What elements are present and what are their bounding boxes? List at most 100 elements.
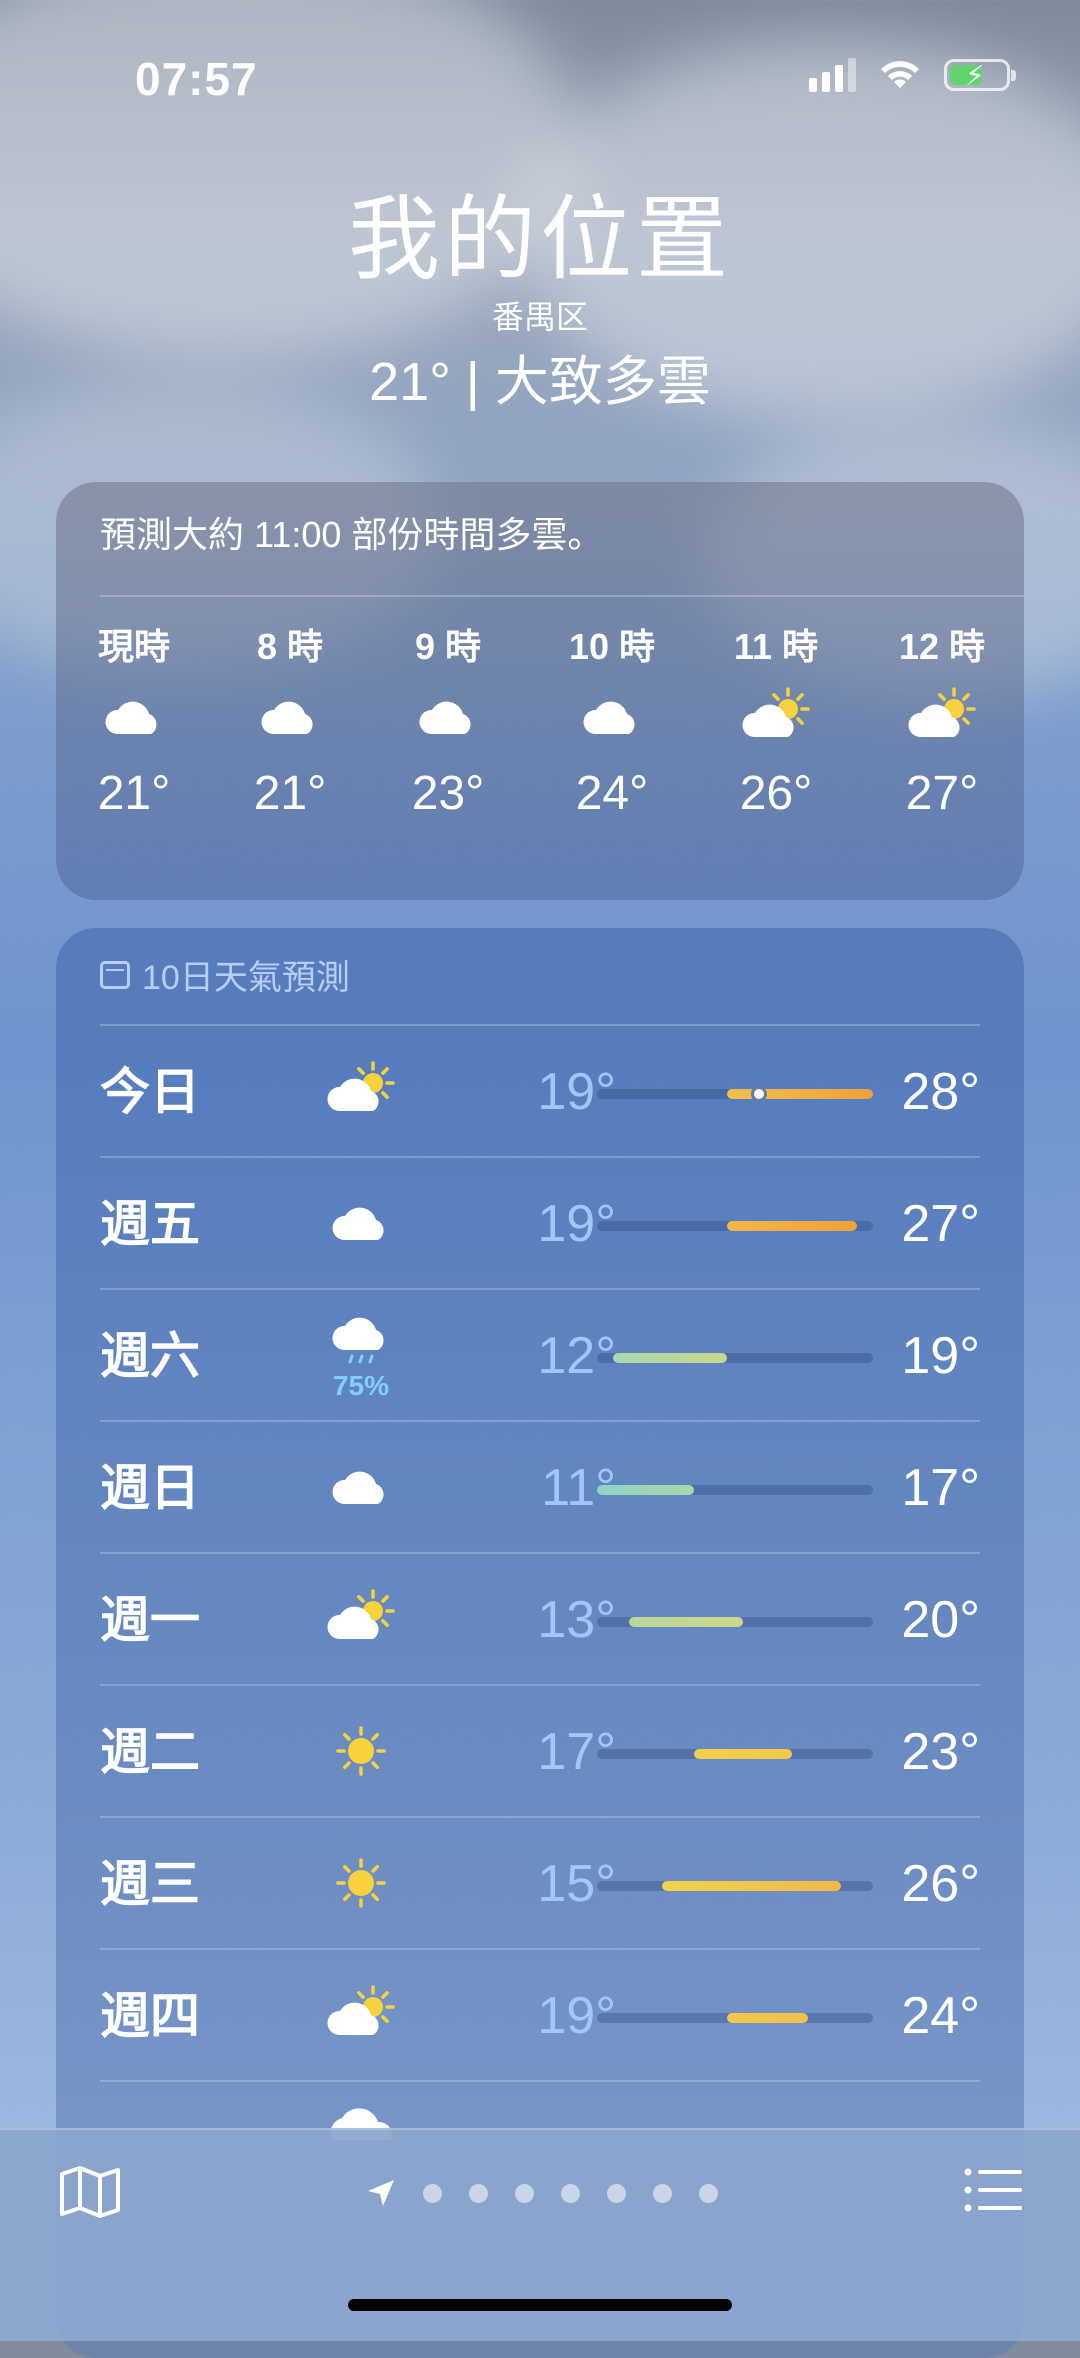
divider <box>100 2080 980 2082</box>
hour-temp: 21° <box>253 767 327 820</box>
list-icon <box>964 2168 1022 2212</box>
precip-chance: 75% <box>332 1369 390 1401</box>
day-row[interactable]: 週日 11° 17° <box>56 1422 1024 1554</box>
page-dot[interactable] <box>607 2183 626 2203</box>
day-label: 今日 <box>100 1064 200 1120</box>
temp-range-track <box>597 1749 873 1759</box>
hour-label: 10 時 <box>568 626 656 667</box>
battery-charging-icon: ⚡ <box>944 59 1016 91</box>
temp-range-track <box>597 2013 873 2023</box>
temp-range-track <box>597 1086 873 1102</box>
day-label: 週二 <box>100 1724 200 1780</box>
temp-range-bar <box>597 1485 695 1495</box>
temp-range-bar <box>629 1617 744 1627</box>
high-temp: 23° <box>901 1723 980 1781</box>
map-button[interactable] <box>58 2164 122 2225</box>
day-row[interactable]: 週二 17° 23° <box>56 1686 1024 1818</box>
high-temp: 17° <box>901 1459 980 1517</box>
partly-sunny-icon <box>716 672 836 762</box>
page-dot[interactable] <box>561 2183 580 2203</box>
high-temp: 24° <box>901 1987 980 2045</box>
location-district: 番禺区 <box>491 299 588 335</box>
daily-forecast-title: 10日天氣預測 <box>142 959 350 997</box>
status-icons: ⚡ <box>809 58 1016 92</box>
day-label: 週一 <box>100 1592 200 1648</box>
high-temp: 20° <box>901 1591 980 1649</box>
hour-temp: 21° <box>97 767 171 820</box>
hour-temp: 24° <box>575 767 649 820</box>
cloud-icon <box>552 672 672 762</box>
hour-temp: 23° <box>411 767 485 820</box>
day-label: 週五 <box>100 1196 200 1252</box>
high-temp: 19° <box>901 1327 980 1385</box>
day-row[interactable]: 今日 19° 28° <box>56 1026 1024 1158</box>
hour-label: 9 時 <box>414 626 482 667</box>
temp-range-bar <box>726 1089 873 1099</box>
daily-forecast-header: 10日天氣預測 <box>100 950 350 999</box>
status-time: 07:57 <box>135 53 258 105</box>
cloud-icon <box>230 672 350 762</box>
temp-range-track <box>597 1221 873 1231</box>
high-temp: 27° <box>901 1195 980 1253</box>
temp-range-bar <box>726 1221 857 1231</box>
page-indicator[interactable] <box>366 2178 718 2208</box>
temp-range-bar <box>726 2013 809 2023</box>
hour-item: 12 時 27° <box>882 622 1002 826</box>
hourly-list[interactable]: 現時 21° 8 時 21° 9 時 23° 10 時 24° 11 時 26° 12 時… <box>56 622 1024 882</box>
hour-label: 11 時 <box>733 626 819 667</box>
partly-sunny-icon <box>321 1060 401 1126</box>
cloud-icon <box>326 1198 396 1253</box>
day-row[interactable]: 週四 19° 24° <box>56 1950 1024 2082</box>
temp-range-bar <box>613 1353 727 1363</box>
calendar-icon <box>100 960 130 989</box>
hour-label: 現時 <box>97 626 170 667</box>
cloud-icon <box>326 1462 396 1517</box>
hour-item: 11 時 26° <box>716 622 836 826</box>
temp-range-track <box>597 1353 873 1363</box>
cloud-icon <box>74 672 194 762</box>
location-header: 我的位置 番禺区 21° | 大致多雲 <box>0 185 1080 415</box>
status-bar: 07:57 ⚡ <box>0 0 1080 150</box>
hour-label: 8 時 <box>256 626 324 667</box>
page-dot[interactable] <box>423 2183 442 2203</box>
page-dot[interactable] <box>699 2183 718 2203</box>
temp-range-track <box>597 1617 873 1627</box>
hour-item: 10 時 24° <box>552 622 672 826</box>
day-label: 週日 <box>100 1460 200 1516</box>
partly-sunny-icon <box>882 672 1002 762</box>
hourly-forecast-card[interactable]: 預測大約 11:00 部份時間多雲。 現時 21° 8 時 21° 9 時 23° 1… <box>56 482 1024 900</box>
page-dot[interactable] <box>469 2183 488 2203</box>
sun-icon <box>326 1853 396 1918</box>
hour-item: 9 時 23° <box>388 622 508 826</box>
location-title: 我的位置 <box>347 189 732 291</box>
page-dot[interactable] <box>653 2183 672 2203</box>
hour-temp: 27° <box>905 767 979 820</box>
forecast-summary: 預測大約 11:00 部份時間多雲。 <box>100 514 604 555</box>
location-arrow-icon <box>368 2180 394 2206</box>
hour-label: 12 時 <box>898 626 986 667</box>
cellular-signal-icon <box>809 58 856 92</box>
hour-temp: 26° <box>739 767 813 820</box>
day-row[interactable]: 週五 19° 27° <box>56 1158 1024 1290</box>
day-row[interactable]: 週六 75% 12° 19° <box>56 1290 1024 1422</box>
cloud-icon <box>388 672 508 762</box>
temp-range-bar <box>661 1881 841 1891</box>
divider <box>100 595 1024 597</box>
hour-item: 現時 21° <box>74 622 194 826</box>
day-row[interactable]: 週一 13° 20° <box>56 1554 1024 1686</box>
cloud-rain-icon <box>326 1314 396 1371</box>
page-dot[interactable] <box>515 2183 534 2203</box>
day-label: 週三 <box>100 1856 200 1912</box>
sun-icon <box>326 1721 396 1786</box>
partly-sunny-icon <box>321 1588 401 1654</box>
wifi-icon <box>881 61 919 88</box>
current-temp-dot <box>751 1086 768 1102</box>
temp-range-track <box>597 1881 873 1891</box>
temp-range-track <box>597 1485 873 1495</box>
locations-list-button[interactable] <box>964 2168 1022 2217</box>
temp-range-bar <box>694 1749 792 1759</box>
day-row[interactable]: 週三 15° 26° <box>56 1818 1024 1950</box>
partly-sunny-icon <box>321 1984 401 2050</box>
high-temp: 28° <box>901 1063 980 1121</box>
hour-item: 8 時 21° <box>230 622 350 826</box>
